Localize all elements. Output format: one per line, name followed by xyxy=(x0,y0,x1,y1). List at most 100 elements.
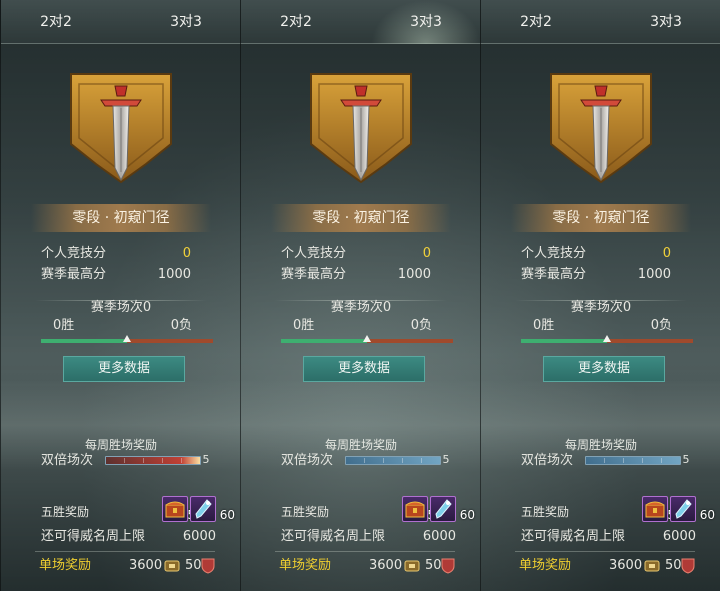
double-matches-bar xyxy=(345,456,441,465)
charm-count: 60 xyxy=(699,508,715,522)
sword-banner-emblem-icon xyxy=(70,73,172,184)
tab-2v2[interactable]: 2对2 xyxy=(481,0,591,44)
jade-charm-icon xyxy=(675,499,692,519)
coin-icon xyxy=(644,560,660,572)
single-match-reward-label: 单场奖励 xyxy=(279,558,332,573)
fame-weekly-cap-value: 6000 xyxy=(422,529,456,544)
treasure-chest-item[interactable]: 5 xyxy=(642,496,675,522)
shield-icon xyxy=(201,558,215,574)
score-label: 个人竞技分 xyxy=(41,246,107,261)
mode-tabs: 2对2 3对3 xyxy=(241,0,481,44)
bar-tick xyxy=(642,458,643,463)
best-score-row: 赛季最高分 1000 xyxy=(41,265,191,285)
five-win-reward-label: 五胜奖励 xyxy=(281,505,330,519)
win-portion xyxy=(281,339,367,343)
arena-panel-2: 2对2 3对3 零段 · 初窥门径 个人竞技分 0 赛季最高分 1000 赛季场… xyxy=(240,0,481,591)
jade-charm-icon xyxy=(195,499,212,519)
win-loss-bar xyxy=(41,335,213,343)
double-matches-fill xyxy=(106,457,200,464)
win-ratio-marker xyxy=(123,335,131,342)
jade-charm-item[interactable]: 60 xyxy=(430,496,475,522)
double-matches-count: 5 xyxy=(678,452,694,468)
treasure-chest-item[interactable]: 5 xyxy=(162,496,195,522)
win-loss-bar xyxy=(521,335,693,343)
best-score-label: 赛季最高分 xyxy=(281,267,347,282)
bar-tick xyxy=(143,458,144,463)
shield-icon xyxy=(681,558,695,574)
divider xyxy=(275,551,455,552)
mode-tabs: 2对2 3对3 xyxy=(481,0,720,44)
sword-banner-emblem-icon xyxy=(550,73,652,184)
rank-title: 零段 · 初窥门径 xyxy=(271,204,451,232)
wins-count: 0胜 xyxy=(293,318,315,333)
tab-2v2[interactable]: 2对2 xyxy=(1,0,111,44)
best-score-label: 赛季最高分 xyxy=(521,267,587,282)
win-portion xyxy=(41,339,127,343)
five-win-reward-label: 五胜奖励 xyxy=(41,505,90,519)
rank-title: 零段 · 初窥门径 xyxy=(31,204,211,232)
tab-3v3[interactable]: 3对3 xyxy=(371,0,481,44)
tab-3v3[interactable]: 3对3 xyxy=(131,0,241,44)
bar-tick xyxy=(661,458,662,463)
single-reward-coins: 3600 xyxy=(369,558,403,573)
losses-count: 0负 xyxy=(410,318,432,333)
single-reward-coins: 3600 xyxy=(129,558,163,573)
tab-2v2[interactable]: 2对2 xyxy=(241,0,351,44)
more-data-button[interactable]: 更多数据 xyxy=(543,356,665,382)
bar-tick xyxy=(421,458,422,463)
double-matches-count: 5 xyxy=(438,452,454,468)
win-ratio-marker xyxy=(603,335,611,342)
more-data-button[interactable]: 更多数据 xyxy=(63,356,185,382)
season-matches: 赛季场次0 xyxy=(570,300,632,315)
double-matches-label: 双倍场次 xyxy=(521,453,574,468)
bar-tick xyxy=(383,458,384,463)
double-matches-bar xyxy=(585,456,681,465)
bar-tick xyxy=(162,458,163,463)
single-match-reward-label: 单场奖励 xyxy=(519,558,572,573)
best-score-row: 赛季最高分 1000 xyxy=(281,265,431,285)
bar-tick xyxy=(181,458,182,463)
bar-tick xyxy=(604,458,605,463)
win-portion xyxy=(521,339,607,343)
treasure-chest-icon xyxy=(645,501,665,518)
divider xyxy=(515,551,695,552)
fame-weekly-cap-label: 还可得威名周上限 xyxy=(281,529,386,544)
best-score-value: 1000 xyxy=(157,267,191,282)
coin-icon xyxy=(164,560,180,572)
sword-banner-emblem-icon xyxy=(310,73,412,184)
win-ratio-marker xyxy=(363,335,371,342)
wins-count: 0胜 xyxy=(53,318,75,333)
double-matches-fill xyxy=(586,457,680,464)
score-row: 个人竞技分 0 xyxy=(41,244,191,264)
best-score-row: 赛季最高分 1000 xyxy=(521,265,671,285)
treasure-chest-icon xyxy=(165,501,185,518)
win-loss-bar xyxy=(281,335,453,343)
coin-icon xyxy=(404,560,420,572)
jade-charm-item[interactable]: 60 xyxy=(190,496,235,522)
losses-count: 0负 xyxy=(650,318,672,333)
jade-charm-item[interactable]: 60 xyxy=(670,496,715,522)
charm-count: 60 xyxy=(459,508,475,522)
fame-weekly-cap-label: 还可得威名周上限 xyxy=(521,529,626,544)
best-score-value: 1000 xyxy=(637,267,671,282)
bar-tick xyxy=(124,458,125,463)
more-data-button[interactable]: 更多数据 xyxy=(303,356,425,382)
arena-screen: 2对2 3对3 零段 · 初窥门径 个人竞技分 0 赛季最高分 1000 赛季场… xyxy=(0,0,720,591)
treasure-chest-item[interactable]: 5 xyxy=(402,496,435,522)
divider xyxy=(35,551,215,552)
season-matches: 赛季场次0 xyxy=(90,300,152,315)
double-matches-label: 双倍场次 xyxy=(41,453,94,468)
tab-3v3[interactable]: 3对3 xyxy=(611,0,720,44)
five-win-reward-label: 五胜奖励 xyxy=(521,505,570,519)
fame-weekly-cap-label: 还可得威名周上限 xyxy=(41,529,146,544)
fame-weekly-cap-value: 6000 xyxy=(662,529,696,544)
wins-count: 0胜 xyxy=(533,318,555,333)
score-row: 个人竞技分 0 xyxy=(281,244,431,264)
bar-tick xyxy=(623,458,624,463)
fame-weekly-cap-value: 6000 xyxy=(182,529,216,544)
season-matches: 赛季场次0 xyxy=(330,300,392,315)
score-label: 个人竞技分 xyxy=(281,246,347,261)
losses-count: 0负 xyxy=(170,318,192,333)
charm-count: 60 xyxy=(219,508,235,522)
score-value: 0 xyxy=(182,246,191,261)
